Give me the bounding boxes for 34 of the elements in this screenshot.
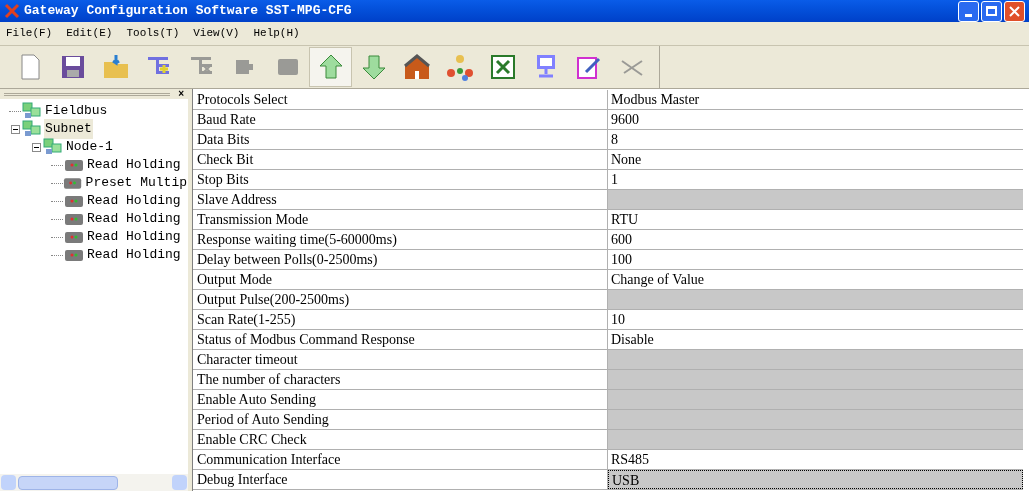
menu-item[interactable]: Edit(E) (66, 25, 113, 42)
collapse-toggle[interactable] (10, 124, 20, 134)
tree-item[interactable]: Subnet (44, 119, 93, 139)
house-icon (401, 52, 432, 82)
device-icon (64, 212, 84, 226)
close-icon (1009, 5, 1020, 17)
tree-item[interactable]: Read Holding (86, 245, 182, 265)
tree-item[interactable]: Node-1 (65, 137, 114, 157)
collapse-toggle[interactable] (31, 142, 41, 152)
window-title: Gateway Configuration Software SST-MPG-CFG (24, 2, 352, 21)
close-button[interactable] (1004, 0, 1025, 22)
close-pane-button[interactable]: × (178, 89, 184, 99)
device-icon (64, 158, 84, 172)
network-computers-icon (43, 138, 63, 156)
device-icon (64, 248, 84, 262)
network-icon (444, 52, 475, 82)
tree-item[interactable]: Read Holding (86, 227, 182, 247)
menu-item[interactable]: Tools(T) (126, 25, 180, 42)
device-icon (64, 194, 84, 208)
tree-item[interactable]: Fieldbus (44, 101, 109, 121)
network-computers-icon (22, 120, 42, 138)
network-computers-icon (22, 102, 42, 120)
menu-item[interactable]: Help(H) (253, 25, 300, 42)
device-icon (64, 230, 84, 244)
device-icon (63, 176, 83, 190)
menu-item[interactable]: File(F) (6, 25, 53, 42)
maximize-button[interactable] (981, 0, 1002, 22)
tree-item[interactable]: Read Holding (86, 155, 182, 175)
horizontal-scrollbar[interactable] (0, 474, 188, 491)
tree-item[interactable]: Read Holding (86, 191, 182, 211)
tree-item[interactable]: Read Holding (86, 209, 182, 229)
menu-item[interactable]: View(V) (193, 25, 240, 42)
minimize-button[interactable] (958, 0, 979, 22)
tree-item[interactable]: Preset Multip (84, 173, 188, 193)
